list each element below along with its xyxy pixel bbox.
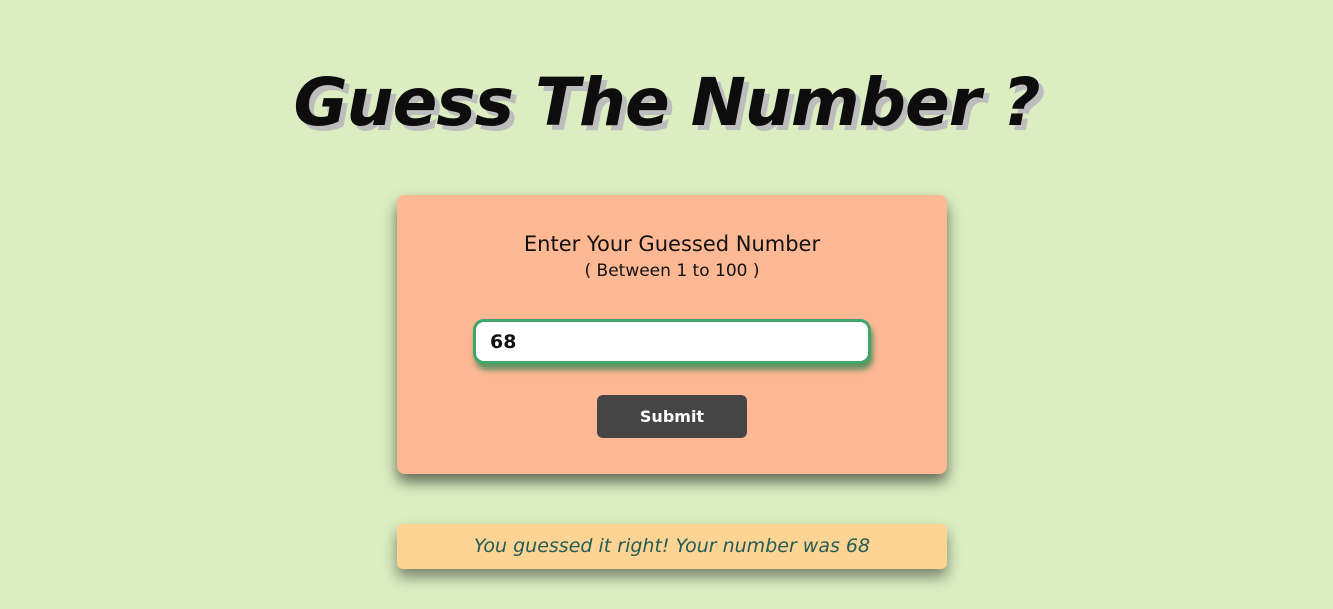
submit-button[interactable]: Submit (597, 395, 747, 438)
result-message: You guessed it right! Your number was 68 (397, 524, 947, 569)
guess-prompt: Enter Your Guessed Number (523, 232, 821, 256)
guess-form-card: Enter Your Guessed Number ( Between 1 to… (397, 195, 947, 474)
range-hint: ( Between 1 to 100 ) (584, 261, 760, 281)
guess-input[interactable] (473, 319, 871, 364)
page-title: Guess The Number ? (293, 64, 1040, 141)
page: Guess The Number ? Enter Your Guessed Nu… (0, 0, 1333, 609)
